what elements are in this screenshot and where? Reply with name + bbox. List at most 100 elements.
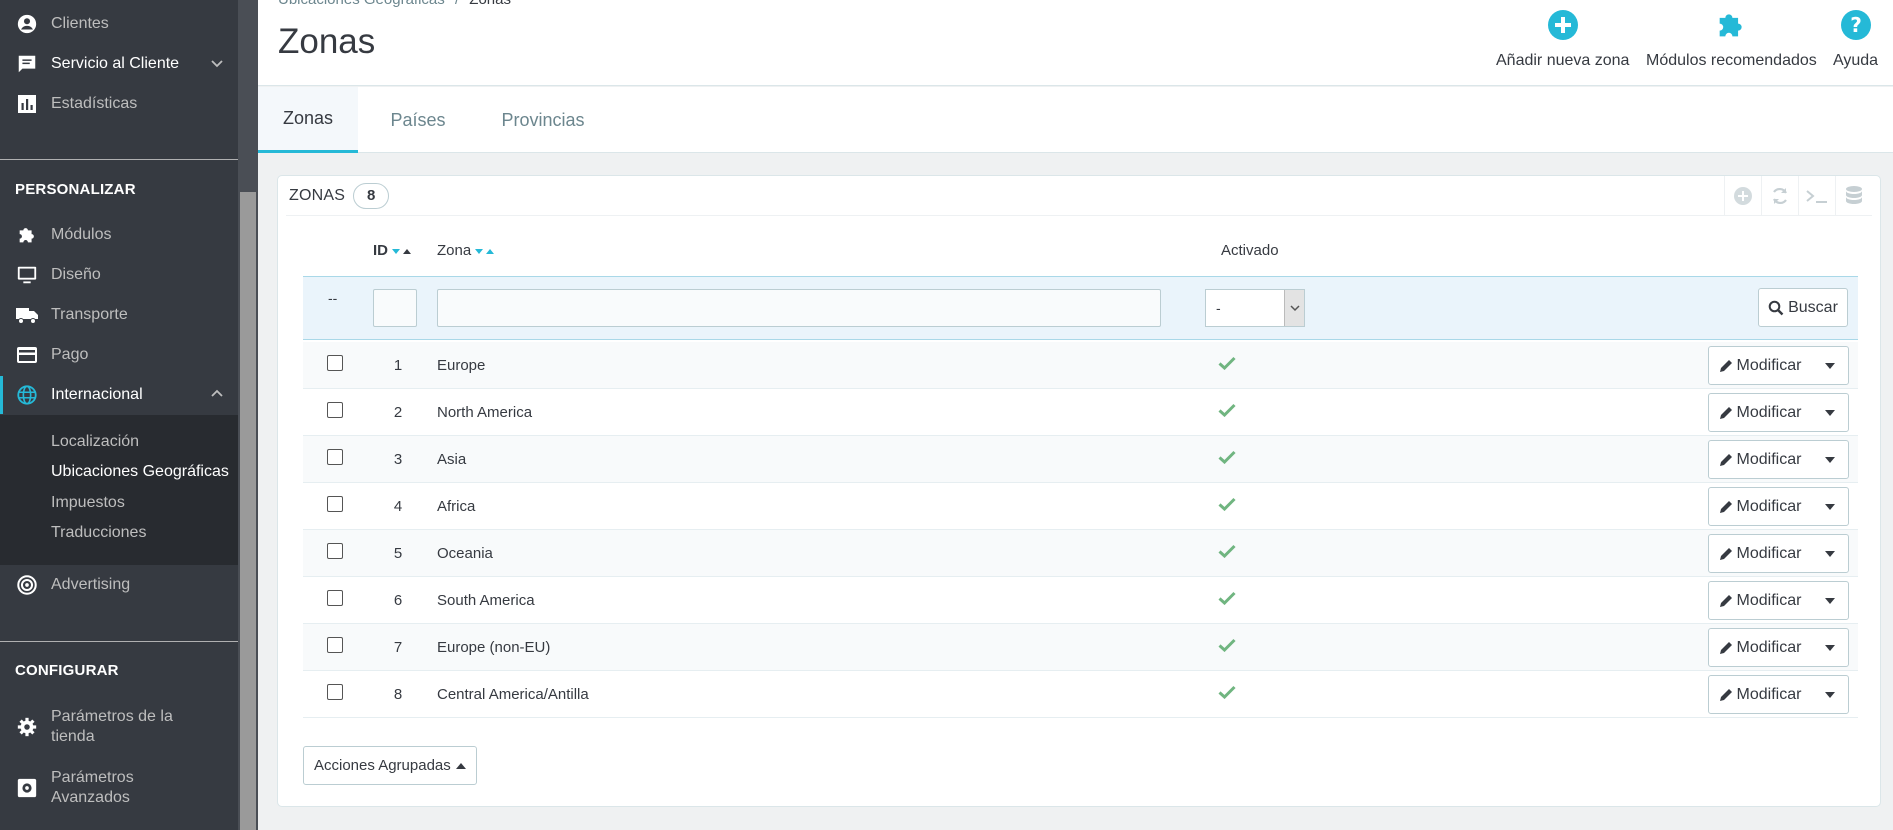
- check-icon[interactable]: [1218, 403, 1236, 421]
- caret-down-icon[interactable]: [1812, 676, 1848, 713]
- help-button[interactable]: ? Ayuda: [1833, 8, 1878, 70]
- row-checkbox[interactable]: [327, 449, 343, 465]
- search-button-label: Buscar: [1788, 298, 1838, 316]
- sidebar-item-label: Diseño: [51, 266, 101, 283]
- submenu-item-localizacion[interactable]: Localización: [51, 433, 139, 451]
- sidebar-scrollbar[interactable]: [238, 0, 258, 830]
- sidebar-item-clientes[interactable]: Clientes: [0, 5, 238, 43]
- terminal-icon[interactable]: [1798, 176, 1835, 216]
- submenu-item-impuestos[interactable]: Impuestos: [51, 494, 125, 512]
- breadcrumb-current: Zonas: [469, 0, 511, 8]
- database-icon[interactable]: [1835, 176, 1872, 216]
- bulk-actions-button[interactable]: Acciones Agrupadas: [303, 746, 477, 785]
- caret-down-icon[interactable]: [1812, 582, 1848, 619]
- pencil-icon: [1719, 453, 1732, 466]
- submenu-item-ubicaciones[interactable]: Ubicaciones Geográficas: [51, 463, 229, 481]
- check-icon[interactable]: [1218, 591, 1236, 609]
- chevron-up-icon[interactable]: [210, 387, 224, 406]
- chevron-down-icon[interactable]: [210, 56, 224, 75]
- table-row[interactable]: 8 Central America/Antilla Modificar: [303, 671, 1858, 718]
- card-icon: [15, 343, 39, 367]
- tab-paises[interactable]: Países: [368, 87, 468, 153]
- table-row[interactable]: 1 Europe Modificar: [303, 342, 1858, 389]
- sidebar-item-diseno[interactable]: Diseño: [0, 256, 238, 294]
- refresh-icon[interactable]: [1761, 176, 1798, 216]
- check-icon[interactable]: [1218, 450, 1236, 468]
- table-row[interactable]: 2 North America Modificar: [303, 389, 1858, 436]
- panel-tools: [1724, 176, 1872, 216]
- gear-icon: [15, 715, 39, 739]
- edit-button[interactable]: Modificar: [1709, 685, 1812, 704]
- sidebar-item-modulos[interactable]: Módulos: [0, 216, 238, 254]
- scrollbar-thumb[interactable]: [240, 192, 256, 830]
- sidebar-item-internacional[interactable]: Internacional: [0, 376, 238, 414]
- sidebar-item-transporte[interactable]: Transporte: [0, 296, 238, 334]
- row-actions: Modificar: [1708, 440, 1849, 479]
- caret-down-icon[interactable]: [1812, 629, 1848, 666]
- row-id: 7: [393, 639, 403, 656]
- sort-icon[interactable]: [474, 246, 496, 256]
- add-zone-button[interactable]: Añadir nueva zona: [1496, 8, 1629, 70]
- column-header-id[interactable]: ID: [373, 242, 413, 259]
- row-checkbox[interactable]: [327, 543, 343, 559]
- recommended-modules-button[interactable]: Módulos recomendados: [1646, 8, 1817, 70]
- caret-down-icon[interactable]: [1812, 347, 1848, 384]
- table-row[interactable]: 7 Europe (non-EU) Modificar: [303, 624, 1858, 671]
- row-id: 1: [393, 357, 403, 374]
- edit-button[interactable]: Modificar: [1709, 497, 1812, 516]
- sidebar-item-pago[interactable]: Pago: [0, 336, 238, 374]
- row-checkbox[interactable]: [327, 684, 343, 700]
- sidebar-item-label: Estadísticas: [51, 95, 138, 112]
- caret-down-icon[interactable]: [1812, 441, 1848, 478]
- chevron-down-icon: [1284, 290, 1304, 326]
- edit-button[interactable]: Modificar: [1709, 356, 1812, 375]
- edit-button[interactable]: Modificar: [1709, 403, 1812, 422]
- edit-label: Modificar: [1736, 685, 1802, 703]
- edit-button[interactable]: Modificar: [1709, 591, 1812, 610]
- table-row[interactable]: 3 Asia Modificar: [303, 436, 1858, 483]
- table-row[interactable]: 5 Oceania Modificar: [303, 530, 1858, 577]
- add-icon[interactable]: [1724, 176, 1761, 216]
- edit-button[interactable]: Modificar: [1709, 544, 1812, 563]
- edit-button[interactable]: Modificar: [1709, 450, 1812, 469]
- caret-down-icon[interactable]: [1812, 535, 1848, 572]
- submenu-item-traducciones[interactable]: Traducciones: [51, 524, 146, 542]
- row-checkbox[interactable]: [327, 637, 343, 653]
- filter-zona-input[interactable]: [437, 289, 1161, 327]
- edit-label: Modificar: [1736, 497, 1802, 515]
- sidebar-item-parametros-tienda[interactable]: Parámetros de la tienda: [0, 706, 238, 748]
- row-checkbox[interactable]: [327, 496, 343, 512]
- sidebar-item-estadisticas[interactable]: Estadísticas: [0, 85, 238, 123]
- table-row[interactable]: 6 South America Modificar: [303, 577, 1858, 624]
- check-icon[interactable]: [1218, 685, 1236, 703]
- column-header-zona[interactable]: Zona: [437, 242, 496, 259]
- filter-select-value: -: [1216, 300, 1221, 316]
- check-icon[interactable]: [1218, 638, 1236, 656]
- check-icon[interactable]: [1218, 497, 1236, 515]
- tab-bar: Zonas Países Provincias: [258, 87, 1893, 153]
- truck-icon: [15, 303, 39, 327]
- row-actions: Modificar: [1708, 628, 1849, 667]
- caret-down-icon[interactable]: [1812, 394, 1848, 431]
- caret-down-icon[interactable]: [1812, 488, 1848, 525]
- row-checkbox[interactable]: [327, 355, 343, 371]
- edit-button[interactable]: Modificar: [1709, 638, 1812, 657]
- tab-provincias[interactable]: Provincias: [478, 87, 608, 153]
- filter-id-input[interactable]: [373, 289, 417, 327]
- tab-zonas[interactable]: Zonas: [258, 87, 358, 153]
- sidebar-item-advertising[interactable]: Advertising: [0, 566, 238, 604]
- table-row[interactable]: 4 Africa Modificar: [303, 483, 1858, 530]
- filter-activado-select[interactable]: -: [1205, 289, 1305, 327]
- sort-icon[interactable]: [391, 246, 413, 256]
- breadcrumb-parent[interactable]: Ubicaciones Geográficas: [278, 0, 445, 8]
- help-icon: ?: [1839, 8, 1873, 42]
- row-checkbox[interactable]: [327, 402, 343, 418]
- sidebar-item-parametros-avanzados[interactable]: Parámetros Avanzados: [0, 767, 238, 809]
- check-icon[interactable]: [1218, 356, 1236, 374]
- search-button[interactable]: Buscar: [1758, 288, 1848, 327]
- row-id: 5: [393, 545, 403, 562]
- check-icon[interactable]: [1218, 544, 1236, 562]
- sidebar-item-servicio[interactable]: Servicio al Cliente: [0, 45, 238, 83]
- row-checkbox[interactable]: [327, 590, 343, 606]
- row-zona: Europe: [437, 357, 486, 374]
